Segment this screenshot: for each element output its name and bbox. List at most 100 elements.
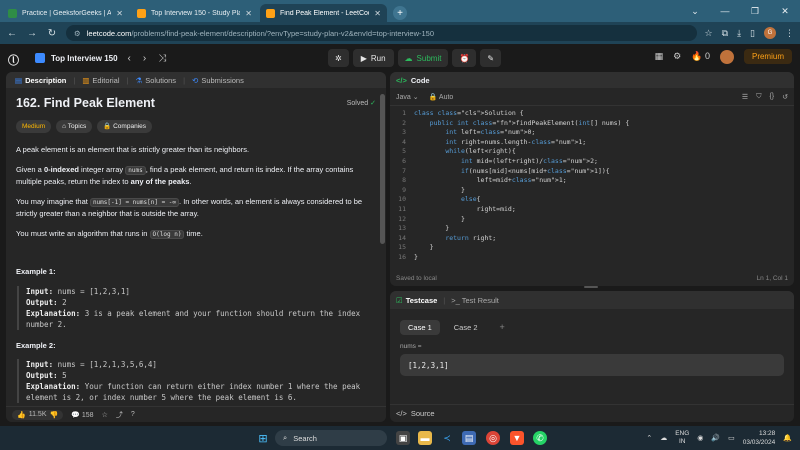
testcase-input[interactable]: [1,2,3,1]: [400, 354, 784, 376]
chevron-down-icon[interactable]: ⌄: [680, 0, 710, 22]
format-code-icon[interactable]: ☰: [742, 93, 748, 101]
bookmark-icon[interactable]: ⛉: [756, 93, 761, 101]
volume-icon[interactable]: 🔊: [711, 434, 720, 442]
bookmark-star-icon[interactable]: ☆: [705, 28, 713, 39]
browser-tab-gfg[interactable]: Practice | GeeksforGeeks | A co ✕: [2, 4, 129, 22]
problem-list-button[interactable]: Top Interview 150: [35, 53, 118, 63]
thumbs-down-icon[interactable]: 👎: [50, 411, 59, 419]
autocomplete-mode[interactable]: 🔒 Auto: [429, 93, 454, 101]
code-line[interactable]: 12 }: [390, 215, 794, 225]
scrollbar-thumb[interactable]: [380, 94, 385, 244]
code-line[interactable]: 10 else{: [390, 195, 794, 205]
url-field[interactable]: ⚙ leetcode.com/problems/find-peak-elemen…: [66, 25, 697, 41]
code-line[interactable]: 9 }: [390, 186, 794, 196]
close-window-icon[interactable]: ✕: [770, 0, 800, 22]
topics-tag[interactable]: ⌂ Topics: [56, 119, 93, 133]
windows-start-icon[interactable]: ⊞: [256, 431, 270, 445]
timer-button[interactable]: ⏰: [452, 49, 477, 67]
side-panel-icon[interactable]: ▯: [750, 28, 755, 39]
forward-arrow-icon[interactable]: →: [26, 28, 38, 39]
maximize-icon[interactable]: ❐: [740, 0, 770, 22]
companies-tag[interactable]: 🔒 Companies: [97, 119, 152, 133]
code-line[interactable]: 1 class class="cls">Solution {: [390, 109, 794, 119]
new-tab-button[interactable]: +: [393, 6, 407, 20]
premium-button[interactable]: Premium: [743, 49, 792, 64]
notification-bell-icon[interactable]: 🔔: [783, 434, 792, 442]
problem-title[interactable]: 162. Find Peak Element: [16, 97, 155, 110]
debug-button[interactable]: ✲: [328, 49, 349, 67]
description-scrollbar[interactable]: [380, 88, 385, 420]
chevron-up-icon[interactable]: ⌃: [646, 434, 652, 442]
tab-test-result[interactable]: >_ Test Result: [451, 296, 499, 305]
layout-grid-icon[interactable]: ▦: [655, 51, 664, 62]
file-explorer-icon[interactable]: ▬: [418, 431, 432, 445]
brave-icon[interactable]: ▼: [510, 431, 524, 445]
code-line[interactable]: 2 public int class="fn">findPeakElement(…: [390, 119, 794, 129]
help-icon[interactable]: ?: [131, 411, 135, 418]
next-problem-icon[interactable]: ›: [143, 53, 146, 64]
code-line[interactable]: 13 }: [390, 224, 794, 234]
comments-button[interactable]: 💬 158: [71, 411, 93, 419]
streak-counter[interactable]: 🔥 0: [691, 51, 710, 62]
tab-editorial[interactable]: ▥ Editorial: [79, 76, 122, 85]
tab-testcase[interactable]: ☑ Testcase: [396, 296, 437, 305]
notes-button[interactable]: ✎: [480, 49, 502, 67]
reset-code-icon[interactable]: ↺: [782, 93, 788, 101]
shuffle-icon[interactable]: ⤨: [158, 53, 166, 64]
close-icon[interactable]: ✕: [374, 9, 381, 18]
add-case-icon[interactable]: +: [492, 319, 513, 335]
code-line[interactable]: 5 while(left<right){: [390, 147, 794, 157]
code-line[interactable]: 3 int left=class="num">0;: [390, 128, 794, 138]
source-toggle[interactable]: </> Source: [390, 404, 794, 422]
code-line[interactable]: 6 int mid=(left+right)/class="num">2;: [390, 157, 794, 167]
clock[interactable]: 13:28 03/03/2024: [743, 429, 776, 447]
code-line[interactable]: 7 if(nums[mid]<nums[mid+class="num">1]){: [390, 167, 794, 177]
leetcode-logo-icon[interactable]: ⓛ: [8, 52, 21, 67]
favorite-star-icon[interactable]: ☆: [102, 411, 108, 419]
reload-icon[interactable]: ↻: [46, 28, 58, 39]
battery-icon[interactable]: ▭: [728, 434, 735, 442]
code-line[interactable]: 14 return right;: [390, 234, 794, 244]
taskbar-search[interactable]: ⌕ Search: [275, 430, 387, 446]
share-icon[interactable]: ⤴: [116, 410, 123, 420]
cloud-icon[interactable]: ☁: [660, 434, 667, 442]
code-editor[interactable]: 1 class class="cls">Solution {2 public in…: [390, 106, 794, 270]
browser-tab-find-peak[interactable]: Find Peak Element - LeetCode ✕: [260, 4, 387, 22]
close-icon[interactable]: ✕: [116, 9, 123, 18]
browser-tab-study-plan[interactable]: Top Interview 150 - Study Plan ✕: [131, 4, 258, 22]
site-info-icon[interactable]: ⚙: [74, 29, 81, 38]
more-menu-icon[interactable]: ⋮: [785, 28, 794, 39]
code-line[interactable]: 16}: [390, 253, 794, 263]
braces-icon[interactable]: {}: [769, 93, 774, 101]
task-view-icon[interactable]: ▣: [396, 431, 410, 445]
language-indicator[interactable]: ENG IN: [675, 430, 689, 446]
code-line[interactable]: 4 int right=nums.length-class="num">1;: [390, 138, 794, 148]
vscode-icon[interactable]: ≺: [440, 431, 454, 445]
download-icon[interactable]: ⤓: [737, 28, 741, 39]
extensions-icon[interactable]: ⧉: [722, 28, 728, 39]
code-line[interactable]: 11 right=mid;: [390, 205, 794, 215]
case-1-tab[interactable]: Case 1: [400, 319, 440, 335]
code-line[interactable]: 8 left=mid+class="num">1;: [390, 176, 794, 186]
settings-gear-icon[interactable]: ⚙: [673, 51, 681, 62]
submit-button[interactable]: ☁ Submit: [397, 49, 449, 67]
tab-solutions[interactable]: ⚗ Solutions: [132, 76, 179, 85]
prev-problem-icon[interactable]: ‹: [128, 53, 131, 64]
code-line[interactable]: 15 }: [390, 243, 794, 253]
close-icon[interactable]: ✕: [245, 9, 252, 18]
user-avatar[interactable]: [719, 49, 734, 64]
folder-icon[interactable]: ▤: [462, 431, 476, 445]
whatsapp-icon[interactable]: ✆: [533, 431, 547, 445]
wifi-icon[interactable]: ◉: [697, 434, 703, 442]
tab-description[interactable]: ▤ Description: [12, 76, 69, 85]
panel-resize-handle[interactable]: [584, 286, 598, 288]
like-button[interactable]: 👍 11.5K 👎: [12, 409, 64, 420]
profile-avatar[interactable]: G: [764, 27, 776, 39]
tab-submissions[interactable]: ⟲ Submissions: [189, 76, 247, 85]
chrome-icon[interactable]: ◎: [486, 431, 500, 445]
run-button[interactable]: ▶ Run: [352, 49, 394, 67]
back-arrow-icon[interactable]: ←: [6, 28, 18, 39]
language-select[interactable]: Java ⌄: [396, 93, 419, 101]
case-2-tab[interactable]: Case 2: [446, 320, 486, 335]
minimize-icon[interactable]: —: [710, 0, 740, 22]
